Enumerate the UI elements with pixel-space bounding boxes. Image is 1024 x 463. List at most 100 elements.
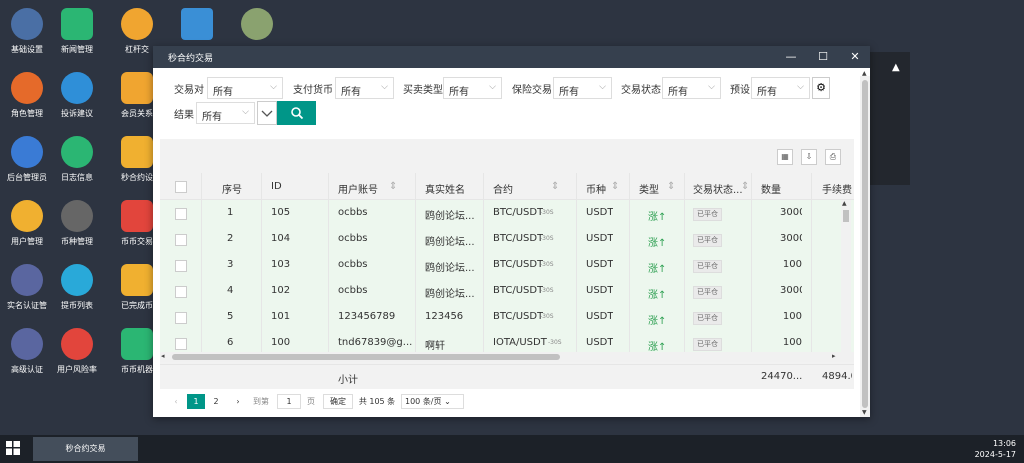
windows-start-icon[interactable] <box>6 441 20 455</box>
table-row[interactable]: 1 105 ocbbs 鸥创论坛... BTC/USDT -30S USDT 涨↑ 已平仓 300… <box>160 200 854 227</box>
background-window[interactable]: ▲ <box>870 52 910 185</box>
window-vscroll-thumb[interactable] <box>862 80 868 408</box>
sort-icon[interactable]: ⇕ <box>551 181 559 192</box>
desktop-icon[interactable]: 基础设置 <box>0 4 54 62</box>
cell-type: 涨↑ <box>648 264 667 275</box>
cell-qty: 100 <box>782 311 802 322</box>
cell-coin: USDT <box>586 337 614 348</box>
cell-account: ocbbs <box>338 233 368 244</box>
scroll-right-icon[interactable]: ▸ <box>832 352 836 360</box>
window-vscroll[interactable]: ▲ ▼ <box>860 70 870 417</box>
expand-filters-button[interactable] <box>257 101 277 125</box>
col-qty[interactable]: 数量 <box>761 181 781 196</box>
row-checkbox[interactable] <box>175 312 187 324</box>
minimize-button[interactable]: — <box>781 49 801 65</box>
desktop-icon[interactable]: 后台管理员 <box>0 132 54 190</box>
desktop-icon[interactable]: 用户管理 <box>0 196 54 254</box>
desktop-icon[interactable]: 用户风险率 <box>50 324 104 382</box>
sort-icon[interactable]: ⇕ <box>611 181 619 192</box>
export-button[interactable]: ⇩ <box>801 149 817 165</box>
desktop-icon[interactable]: 日志信息 <box>50 132 104 190</box>
title-bar[interactable]: 秒合约交易 — ☐ ✕ <box>153 46 870 68</box>
goto-confirm-button[interactable]: 确定 <box>323 394 353 409</box>
col-no[interactable]: 序号 <box>222 181 242 196</box>
select-result[interactable]: 所有 ⌵ <box>196 102 255 124</box>
table-row[interactable]: 5 101 123456789 123456 BTC/USDT -30S USDT 涨↑ 已平仓… <box>160 304 854 331</box>
cell-contract: BTC/USDT <box>493 233 544 244</box>
scroll-up-icon[interactable]: ▲ <box>862 70 867 77</box>
close-button[interactable]: ✕ <box>845 49 865 65</box>
row-checkbox[interactable] <box>175 338 187 350</box>
table-hscroll-thumb[interactable] <box>172 354 560 360</box>
select-insurance[interactable]: 所有 ⌵ <box>553 77 612 99</box>
table-vscroll[interactable]: ▲ ▼ <box>841 200 851 357</box>
maximize-button[interactable]: ☐ <box>813 49 833 65</box>
clock[interactable]: 13:06 2024-5-17 <box>975 438 1016 460</box>
desktop-icon-label: 高级认证 <box>11 365 43 374</box>
col-name[interactable]: 真实姓名 <box>425 181 465 196</box>
total-count: 共 105 条 <box>358 397 396 406</box>
col-status[interactable]: 交易状态... <box>693 181 743 196</box>
select-all-checkbox[interactable] <box>175 181 187 193</box>
page-1-button[interactable]: 1 <box>187 394 205 409</box>
status-badge: 已平仓 <box>693 260 722 273</box>
search-icon <box>290 107 303 120</box>
table-vscroll-thumb[interactable] <box>843 210 849 222</box>
col-coin[interactable]: 币种 <box>586 181 606 196</box>
chevron-down-icon: ⌵ <box>489 82 496 92</box>
row-checkbox[interactable] <box>175 260 187 272</box>
desktop-icon[interactable]: 高级认证 <box>0 324 54 382</box>
next-page-button[interactable]: › <box>232 394 244 409</box>
page-2-button[interactable]: 2 <box>210 394 222 409</box>
sort-icon[interactable]: ⇕ <box>389 181 397 192</box>
bitcoin-icon <box>121 200 153 232</box>
select-pair[interactable]: 所有 ⌵ <box>207 77 283 99</box>
taskbar-item-contract-trade[interactable]: 秒合约交易 <box>33 437 138 461</box>
goto-page-input[interactable]: 1 <box>277 394 301 409</box>
alarm-icon <box>61 328 93 360</box>
search-button[interactable] <box>277 101 316 125</box>
prev-page-button[interactable]: ‹ <box>170 394 182 409</box>
cell-id: 104 <box>271 233 291 244</box>
settings-gear-button[interactable]: ⚙ <box>812 77 830 99</box>
scroll-down-icon[interactable]: ▼ <box>862 409 867 416</box>
sort-icon[interactable]: ⇕ <box>741 181 749 192</box>
desktop-icon[interactable]: 币种管理 <box>50 196 104 254</box>
scroll-left-icon[interactable]: ◂ <box>161 352 165 360</box>
col-account[interactable]: 用户账号 <box>338 181 378 196</box>
select-value: 所有 <box>559 87 579 98</box>
select-value: 所有 <box>668 87 688 98</box>
table-row[interactable]: 4 102 ocbbs 鸥创论坛... BTC/USDT -30S USDT 涨↑ 已平仓 300… <box>160 278 854 305</box>
user-search-icon <box>11 200 43 232</box>
table-row[interactable]: 2 104 ocbbs 鸥创论坛... BTC/USDT -30S USDT 涨↑ 已平仓 300… <box>160 226 854 253</box>
scroll-up-icon[interactable]: ▲ <box>842 200 847 207</box>
select-currency[interactable]: 所有 ⌵ <box>335 77 394 99</box>
table-row[interactable]: 3 103 ocbbs 鸥创论坛... BTC/USDT -30S USDT 涨↑ 已平仓 100 <box>160 252 854 279</box>
desktop-icon[interactable]: 提币列表 <box>50 260 104 318</box>
columns-filter-button[interactable]: ▦ <box>777 149 793 165</box>
select-side[interactable]: 所有 ⌵ <box>443 77 502 99</box>
col-contract[interactable]: 合约 <box>493 181 513 196</box>
select-status[interactable]: 所有 ⌵ <box>662 77 721 99</box>
row-checkbox[interactable] <box>175 208 187 220</box>
cell-period: -30S <box>548 339 562 346</box>
col-id[interactable]: ID <box>271 181 282 192</box>
per-page-select[interactable]: 100 条/页 ⌄ <box>401 394 464 409</box>
col-type[interactable]: 类型 <box>639 181 659 196</box>
desktop-icon[interactable]: 投诉建议 <box>50 68 104 126</box>
desktop-icon[interactable]: 新闻管理 <box>50 4 104 62</box>
clock-time: 13:06 <box>992 439 1016 448</box>
gear-icon: ⚙ <box>816 81 826 94</box>
desktop-icon[interactable]: 实名认证管 <box>0 260 54 318</box>
caret-up-icon[interactable]: ▲ <box>892 62 900 73</box>
print-button[interactable]: ⎙ <box>825 149 841 165</box>
row-checkbox[interactable] <box>175 286 187 298</box>
select-preset[interactable]: 所有 ⌵ <box>751 77 810 99</box>
row-checkbox[interactable] <box>175 234 187 246</box>
per-page-value: 100 条/页 <box>405 397 442 406</box>
sort-icon[interactable]: ⇕ <box>667 181 675 192</box>
desktop-icon[interactable]: 角色管理 <box>0 68 54 126</box>
table-hscroll[interactable]: ◂ ▸ <box>160 352 854 362</box>
cell-period: -30S <box>540 209 554 216</box>
col-fee[interactable]: 手续费 <box>822 181 852 196</box>
